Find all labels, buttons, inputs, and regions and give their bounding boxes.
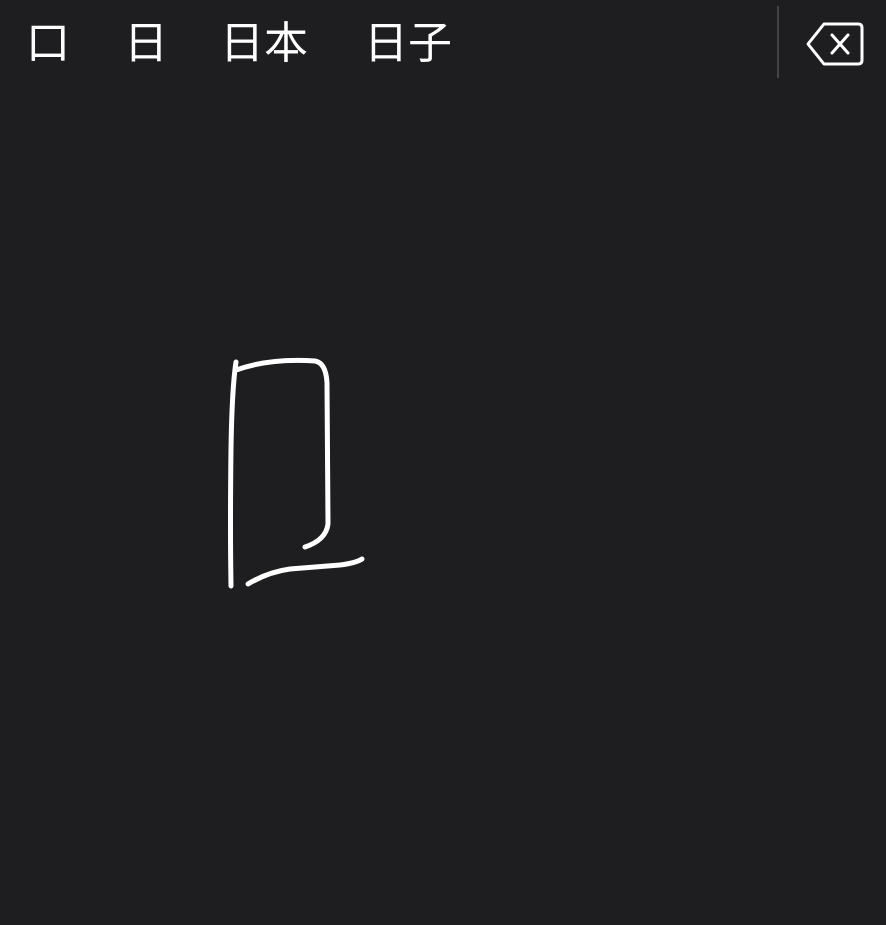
candidate-2[interactable]: 日 [124,14,168,74]
stroke-left [228,359,239,589]
candidate-divider [777,6,779,78]
handwriting-canvas[interactable] [0,88,886,925]
delete-button[interactable] [800,18,870,72]
candidate-bar: 口 日 日本 日子 [0,0,886,88]
handwriting-strokes [228,357,365,589]
delete-backspace-icon [806,22,864,66]
candidate-3[interactable]: 日本 [220,14,308,74]
candidate-1[interactable]: 口 [26,14,70,74]
stroke-bottom [245,556,365,587]
candidate-4[interactable]: 日子 [364,14,452,74]
stroke-top-right [233,357,331,550]
